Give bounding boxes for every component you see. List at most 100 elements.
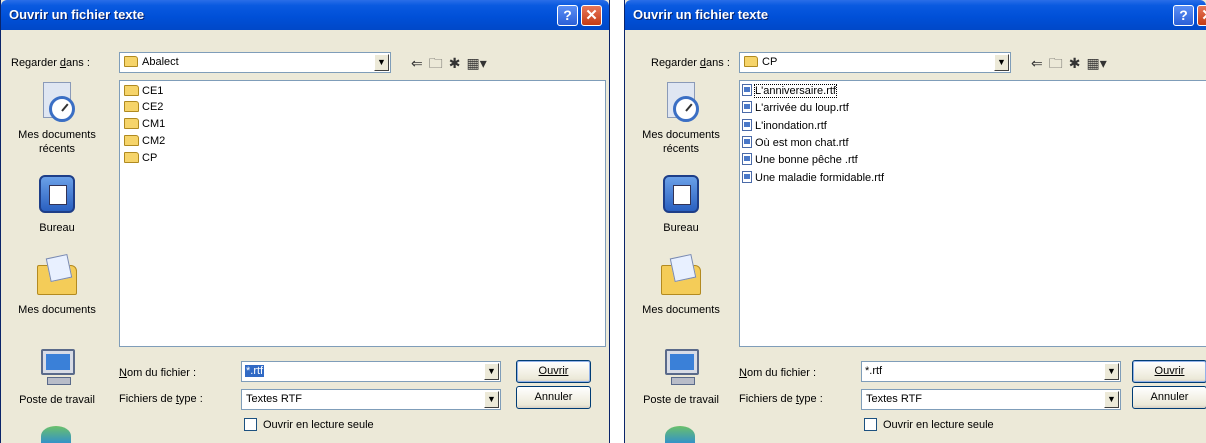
filetype-label: Fichiers de type :: [739, 393, 823, 405]
folder-icon: [124, 152, 139, 163]
back-arrow-icon[interactable]: ⇐: [411, 55, 423, 72]
title-bar[interactable]: Ouvrir un fichier texte ? ✕: [625, 0, 1206, 30]
readonly-label: Ouvrir en lecture seule: [263, 419, 374, 431]
place-label: Bureau: [663, 222, 699, 234]
list-item[interactable]: L'arrivée du loup.rtf: [742, 101, 849, 116]
rtf-file-icon: [742, 153, 752, 165]
my-documents-icon: [37, 265, 77, 295]
place-label: Poste de travail: [643, 394, 719, 406]
look-in-value: CP: [762, 56, 778, 68]
readonly-checkbox[interactable]: Ouvrir en lecture seule: [864, 418, 994, 431]
place-my-documents[interactable]: Mes documents: [625, 255, 737, 317]
place-recent-documents[interactable]: Mes documents récents: [625, 80, 737, 156]
filetype-label: Fichiers de type :: [119, 393, 203, 405]
filetype-dropdown[interactable]: Textes RTF ▼: [861, 389, 1121, 410]
readonly-checkbox[interactable]: Ouvrir en lecture seule: [244, 418, 374, 431]
list-item[interactable]: L'inondation.rtf: [742, 119, 827, 134]
list-item[interactable]: CM1: [124, 117, 165, 132]
place-label: Mes documents: [642, 304, 720, 316]
look-in-label: Regarder dans :: [11, 57, 90, 69]
list-item[interactable]: CP: [124, 151, 157, 166]
up-folder-icon[interactable]: 🗀: [1049, 53, 1063, 77]
desktop-icon: [663, 175, 699, 213]
toolbar: ⇐ 🗀 ✱ ▦▾: [411, 53, 493, 77]
help-button[interactable]: ?: [557, 5, 578, 26]
open-file-dialog-2: Ouvrir un fichier texte ? ✕ Regarder dan…: [624, 0, 1206, 443]
place-recent-documents[interactable]: Mes documents récents: [1, 80, 113, 156]
folder-icon: [124, 85, 139, 96]
back-arrow-icon[interactable]: ⇐: [1031, 55, 1043, 72]
view-menu-icon[interactable]: ▦▾: [1086, 55, 1106, 72]
recent-documents-icon: [673, 96, 699, 122]
folder-icon: [124, 135, 139, 146]
folder-icon: [744, 56, 758, 67]
file-list[interactable]: L'anniversaire.rtf L'arrivée du loup.rtf…: [739, 80, 1206, 347]
window-title: Ouvrir un fichier texte: [9, 7, 145, 22]
new-folder-icon[interactable]: ✱: [1069, 55, 1081, 72]
help-button[interactable]: ?: [1173, 5, 1194, 26]
list-item[interactable]: CE2: [124, 100, 163, 115]
title-bar[interactable]: Ouvrir un fichier texte ? ✕: [1, 0, 609, 30]
filename-field[interactable]: *.rtf: [865, 365, 882, 377]
readonly-label: Ouvrir en lecture seule: [883, 419, 994, 431]
place-label: Mes documents: [18, 304, 96, 316]
close-button[interactable]: ✕: [581, 5, 602, 26]
chevron-down-icon[interactable]: ▼: [1104, 363, 1119, 380]
list-item[interactable]: CM2: [124, 134, 165, 149]
recent-documents-icon: [49, 96, 75, 122]
up-folder-icon[interactable]: 🗀: [429, 53, 443, 77]
filetype-dropdown[interactable]: Textes RTF ▼: [241, 389, 501, 410]
place-my-computer[interactable]: Poste de travail: [1, 345, 113, 407]
rtf-file-icon: [742, 136, 752, 148]
list-item[interactable]: Où est mon chat.rtf: [742, 136, 849, 151]
chevron-down-icon[interactable]: ▼: [374, 54, 389, 71]
place-desktop[interactable]: Bureau: [1, 173, 113, 235]
folder-icon: [124, 56, 138, 67]
file-list[interactable]: CE1 CE2 CM1 CM2 CP: [119, 80, 606, 347]
folder-icon: [124, 118, 139, 129]
chevron-down-icon[interactable]: ▼: [994, 54, 1009, 71]
open-button[interactable]: Ouvrir: [516, 360, 591, 383]
list-item[interactable]: Une maladie formidable.rtf: [742, 171, 884, 186]
my-documents-icon: [661, 265, 701, 295]
place-label: Poste de travail: [19, 394, 95, 406]
cancel-button[interactable]: Annuler: [516, 386, 591, 409]
toolbar: ⇐ 🗀 ✱ ▦▾: [1031, 53, 1113, 77]
open-button[interactable]: Ouvrir: [1132, 360, 1206, 383]
filename-label: Nom du fichier :: [119, 367, 197, 379]
chevron-down-icon[interactable]: ▼: [1104, 391, 1119, 408]
desktop-icon: [39, 175, 75, 213]
network-icon[interactable]: [41, 426, 71, 443]
rtf-file-icon: [742, 119, 752, 131]
filename-combo[interactable]: *.rtf ▼: [241, 361, 501, 382]
filetype-value: Textes RTF: [866, 393, 923, 405]
my-computer-icon: [41, 349, 75, 375]
window-title: Ouvrir un fichier texte: [633, 7, 769, 22]
place-my-documents[interactable]: Mes documents: [1, 255, 113, 317]
look-in-label: Regarder dans :: [651, 57, 730, 69]
look-in-value: Abalect: [142, 56, 179, 68]
rtf-file-icon: [742, 101, 752, 113]
rtf-file-icon: [742, 84, 752, 96]
place-label: Mes documents récents: [642, 129, 720, 155]
filename-combo[interactable]: *.rtf ▼: [861, 361, 1121, 382]
my-computer-icon: [665, 349, 699, 375]
view-menu-icon[interactable]: ▦▾: [466, 55, 486, 72]
look-in-dropdown[interactable]: CP ▼: [739, 52, 1011, 73]
place-my-computer[interactable]: Poste de travail: [625, 345, 737, 407]
close-button[interactable]: ✕: [1197, 5, 1206, 26]
list-item[interactable]: L'anniversaire.rtf: [742, 84, 837, 99]
cancel-button[interactable]: Annuler: [1132, 386, 1206, 409]
place-label: Bureau: [39, 222, 75, 234]
new-folder-icon[interactable]: ✱: [449, 55, 461, 72]
filename-field[interactable]: *.rtf: [245, 365, 265, 377]
look-in-dropdown[interactable]: Abalect ▼: [119, 52, 391, 73]
filename-label: Nom du fichier :: [739, 367, 817, 379]
list-item[interactable]: Une bonne pêche .rtf: [742, 153, 858, 168]
filetype-value: Textes RTF: [246, 393, 303, 405]
network-icon[interactable]: [665, 426, 695, 443]
place-desktop[interactable]: Bureau: [625, 173, 737, 235]
chevron-down-icon[interactable]: ▼: [484, 391, 499, 408]
chevron-down-icon[interactable]: ▼: [484, 363, 499, 380]
list-item[interactable]: CE1: [124, 84, 163, 99]
